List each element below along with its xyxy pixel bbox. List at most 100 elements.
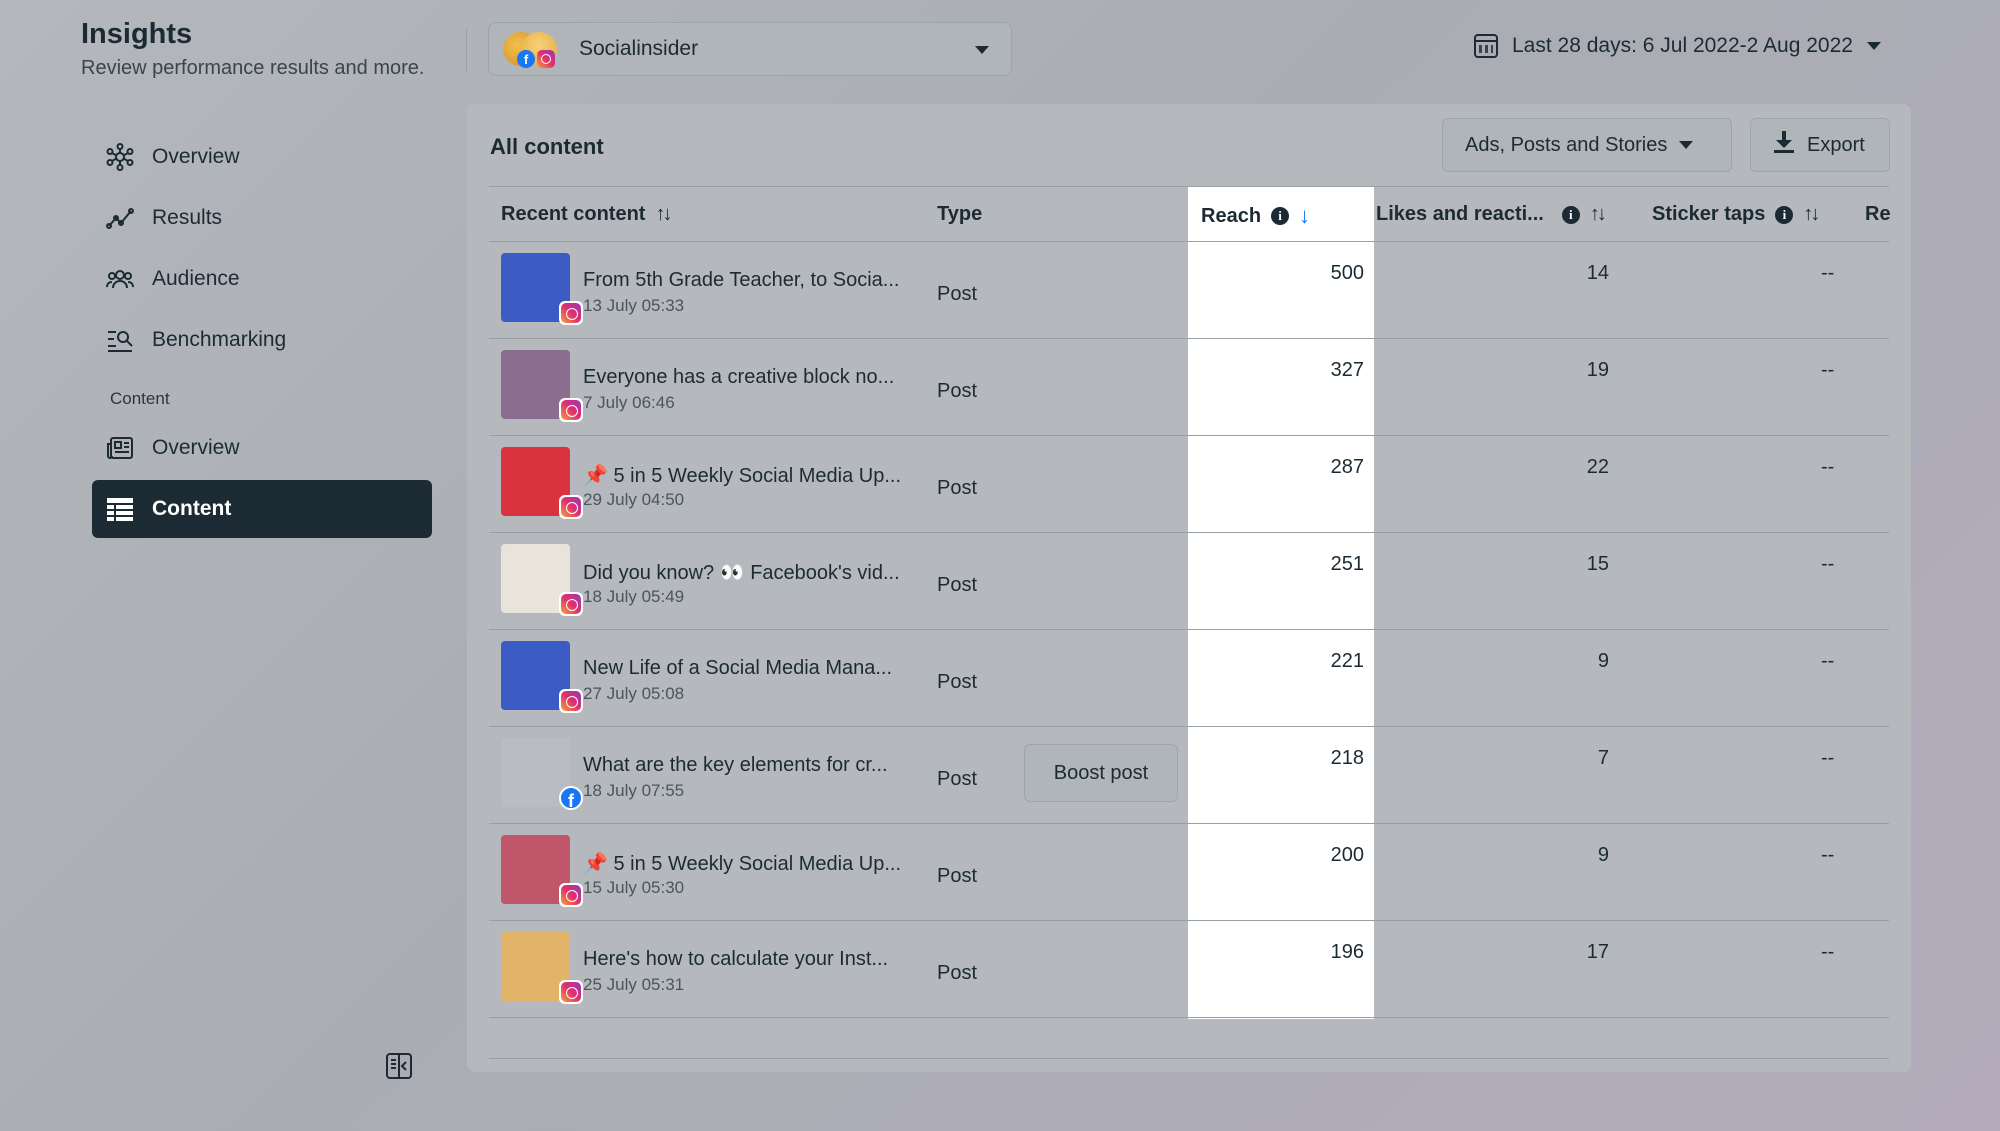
post-type: Post [937,671,978,693]
post-type: Post [937,477,978,499]
reach-value: 287 [1330,456,1364,478]
page-subtitle: Review performance results and more. [81,57,425,79]
post-date: 7 July 06:46 [583,393,675,412]
instagram-icon [537,50,555,68]
column-header-sticker-taps[interactable]: Sticker taps i ↑↓ [1652,203,1820,226]
sidebar-item-label: Audience [152,267,240,290]
table-footer-divider [489,1058,1889,1059]
info-icon[interactable]: i [1271,207,1290,225]
post-type: Post [937,768,978,790]
reach-value: 218 [1330,747,1364,769]
date-range-label: Last 28 days: 6 Jul 2022-2 Aug 2022 [1512,34,1853,57]
content-filter-dropdown[interactable]: Ads, Posts and Stories [1442,118,1732,172]
post-date: 18 July 07:55 [583,781,685,800]
column-header-reach[interactable]: Reach i ↓ [1201,203,1310,229]
post-date: 25 July 05:31 [583,975,685,994]
sticker-taps-value: -- [1821,650,1835,672]
instagram-icon [559,980,583,1004]
sidebar-item-label: Content [152,497,232,520]
post-date: 18 July 05:49 [583,587,685,606]
reach-value: 196 [1330,941,1364,963]
content-table: Recent content ↑↓ Type Reach i ↓ Likes a… [489,186,1891,1059]
post-date: 13 July 05:33 [583,296,685,315]
sort-icon[interactable]: ↑↓ [655,203,672,226]
table-icon [106,495,134,523]
export-button[interactable]: Export [1750,118,1890,172]
instagram-icon [559,883,583,907]
reach-value: 251 [1330,553,1364,575]
table-header: Recent content ↑↓ Type Reach i ↓ Likes a… [489,186,1891,242]
post-date: 29 July 04:50 [583,490,685,509]
instagram-icon [559,398,583,422]
table-row[interactable]: Here's how to calculate your Inst... 25 J… [489,921,1889,1018]
filter-label: Ads, Posts and Stories [1465,133,1668,156]
post-title[interactable]: What are the key elements for cr... [583,754,888,777]
sticker-taps-value: -- [1821,262,1835,284]
column-header-type: Type [937,203,983,225]
table-row[interactable]: 📌 5 in 5 Weekly Social Media Up... 29 Jul… [489,436,1889,533]
reach-value: 200 [1330,844,1364,866]
column-header-recent[interactable]: Recent content ↑↓ [501,203,672,226]
post-title[interactable]: 📌 5 in 5 Weekly Social Media Up... [583,463,901,488]
post-title[interactable]: 📌 5 in 5 Weekly Social Media Up... [583,851,901,876]
chevron-down-icon [975,46,989,54]
panel-title: All content [490,134,604,159]
header-divider [466,28,467,72]
sidebar-item-content[interactable]: Content [92,480,432,538]
info-icon[interactable]: i [1561,205,1580,224]
reach-value: 500 [1330,262,1364,284]
post-title[interactable]: Everyone has a creative block no... [583,366,894,389]
account-name: Socialinsider [579,37,699,60]
post-title[interactable]: New Life of a Social Media Mana... [583,657,892,680]
column-header-truncated[interactable]: Re [1865,203,1891,226]
date-range-picker[interactable]: Last 28 days: 6 Jul 2022-2 Aug 2022 [1474,34,1881,58]
account-selector[interactable]: f Socialinsider [488,22,1012,76]
nodes-icon [106,143,134,171]
post-date: 15 July 05:30 [583,878,685,897]
content-panel: All content Ads, Posts and Stories Expor… [467,104,1911,1072]
instagram-icon [559,592,583,616]
sidebar-item-benchmarking[interactable]: Benchmarking [92,311,432,369]
table-row[interactable]: Everyone has a creative block no... 7 Jul… [489,339,1889,436]
sidebar-item-label: Results [152,206,223,229]
instagram-icon [559,689,583,713]
post-title[interactable]: Did you know? 👀 Facebook's vid... [583,560,900,585]
sidebar-item-content-overview[interactable]: Overview [92,419,432,477]
column-header-likes[interactable]: Likes and reacti... i ↑↓ [1376,203,1607,226]
table-row[interactable]: From 5th Grade Teacher, to Socia... 13 Ju… [489,242,1889,339]
table-row[interactable]: 📌 5 in 5 Weekly Social Media Up... 15 Jul… [489,824,1889,921]
sticker-taps-value: -- [1821,553,1835,575]
post-type: Post [937,574,978,596]
sidebar-item-label: Overview [152,145,240,168]
reach-value: 221 [1330,650,1364,672]
sticker-taps-value: -- [1821,844,1835,866]
sidebar-item-label: Overview [152,436,240,459]
post-type: Post [937,962,978,984]
sort-descending-icon[interactable]: ↓ [1299,203,1310,229]
newspaper-icon [106,434,134,462]
table-row[interactable]: Did you know? 👀 Facebook's vid... 18 July… [489,533,1889,630]
post-title[interactable]: From 5th Grade Teacher, to Socia... [583,269,899,292]
sort-icon[interactable]: ↑↓ [1803,203,1820,226]
post-type: Post [937,380,978,402]
sticker-taps-value: -- [1821,359,1835,381]
sidebar-item-results[interactable]: Results [92,189,432,247]
table-body: From 5th Grade Teacher, to Socia... 13 Ju… [489,242,1889,1018]
sidebar-item-overview[interactable]: Overview [92,128,432,186]
sort-icon[interactable]: ↑↓ [1590,203,1607,226]
boost-post-button[interactable]: Boost post [1024,744,1178,802]
people-icon [106,265,134,293]
table-row[interactable]: New Life of a Social Media Mana... 27 Jul… [489,630,1889,727]
post-type: Post [937,865,978,887]
sidebar-item-audience[interactable]: Audience [92,250,432,308]
instagram-icon [559,495,583,519]
sidebar-item-label: Benchmarking [152,328,287,351]
download-icon [1773,130,1795,160]
chevron-down-icon [1866,42,1881,50]
info-icon[interactable]: i [1775,205,1794,224]
sticker-taps-value: -- [1821,747,1835,769]
table-row[interactable]: f What are the key elements for cr... 18 J… [489,727,1889,824]
sidebar-section-content: Content [110,389,170,408]
post-title[interactable]: Here's how to calculate your Inst... [583,948,888,971]
collapse-sidebar-icon[interactable] [386,1053,412,1079]
